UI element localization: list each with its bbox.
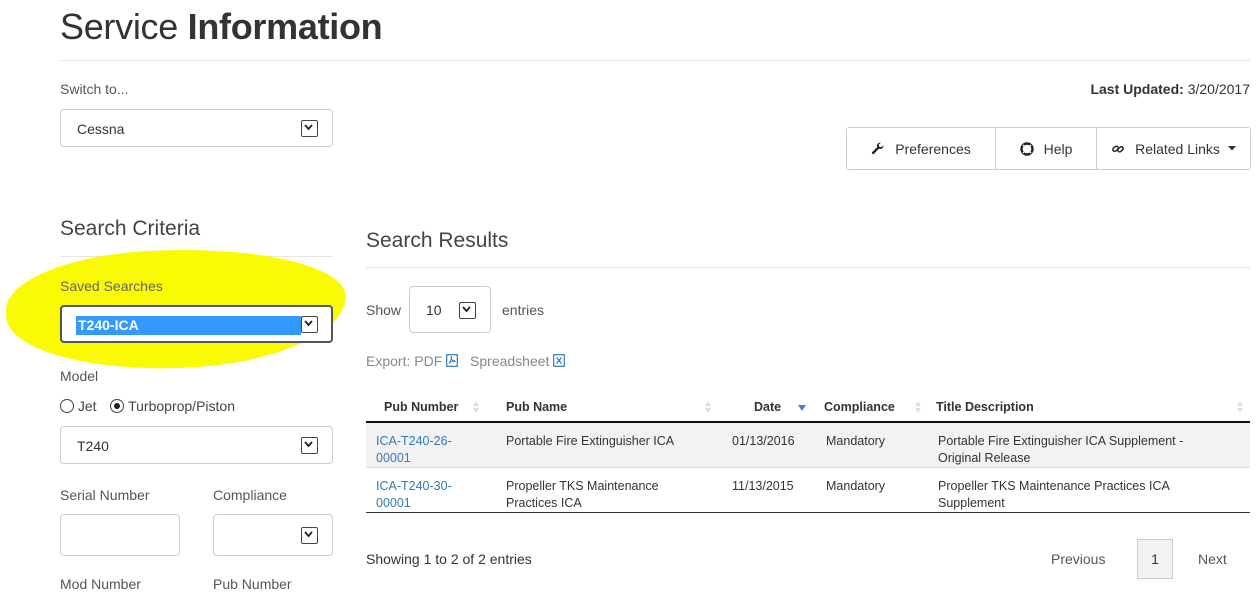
title-description-cell: Propeller TKS Maintenance Practices ICA … (928, 467, 1250, 513)
preferences-button[interactable]: Preferences (847, 128, 995, 169)
model-select[interactable]: T240 (60, 426, 333, 464)
model-radio-group: Jet Turboprop/Piston (60, 398, 235, 414)
serial-number-input[interactable] (60, 514, 180, 556)
radio-turboprop-piston[interactable] (110, 399, 125, 413)
col-date[interactable]: Date (718, 393, 820, 423)
entries-label: entries (502, 302, 545, 318)
export-bar: Export: PDF Spreadsheet (366, 353, 566, 369)
pdf-icon (446, 354, 459, 367)
date-cell: 11/13/2015 (718, 467, 820, 513)
export-pdf-link[interactable]: Export: PDF (366, 353, 462, 369)
show-label: Show (366, 302, 402, 318)
previous-page-button[interactable]: Previous (1051, 551, 1105, 567)
sort-desc-icon (798, 405, 806, 411)
results-divider (366, 267, 1250, 268)
pub-name-cell: Propeller TKS Maintenance Practices ICA (486, 467, 718, 513)
chevron-down-icon (301, 437, 318, 454)
next-page-button[interactable]: Next (1198, 551, 1227, 567)
results-table: Pub Number Pub Name Date Compliance Titl… (366, 393, 1250, 513)
toolbar-button-group: Preferences Help Related Links (846, 127, 1251, 170)
chevron-down-icon (301, 316, 318, 333)
switch-to-label: Switch to... (60, 81, 129, 97)
mod-number-label: Mod Number (60, 576, 141, 592)
col-compliance[interactable]: Compliance (820, 393, 928, 423)
search-results-heading: Search Results (366, 229, 509, 252)
manufacturer-select[interactable]: Cessna (60, 109, 333, 147)
compliance-cell: Mandatory (820, 422, 928, 468)
compliance-cell: Mandatory (820, 467, 928, 513)
last-updated: Last Updated: 3/20/2017 (1090, 81, 1250, 97)
sort-icon (473, 401, 480, 413)
col-pub-name[interactable]: Pub Name (486, 393, 718, 423)
chevron-down-icon (301, 527, 318, 544)
wrench-icon (872, 141, 884, 154)
search-criteria-heading: Search Criteria (60, 217, 201, 240)
title-description-cell: Portable Fire Extinguisher ICA Supplemen… (928, 422, 1250, 468)
pub-number-link[interactable]: ICA-T240-26-00001 (366, 422, 486, 468)
related-links-dropdown[interactable]: Related Links (1096, 128, 1250, 169)
table-header-row: Pub Number Pub Name Date Compliance Titl… (366, 393, 1250, 423)
page-1-button[interactable]: 1 (1137, 539, 1173, 579)
export-spreadsheet-link[interactable]: Spreadsheet (470, 353, 566, 369)
pub-number-label: Pub Number (213, 576, 292, 592)
col-pub-number[interactable]: Pub Number (366, 393, 486, 423)
compliance-label: Compliance (213, 487, 287, 503)
sort-icon (705, 401, 712, 413)
chevron-down-icon (459, 302, 476, 319)
sort-icon (915, 401, 922, 413)
entries-per-page-select[interactable]: 10 (409, 286, 491, 333)
model-label: Model (60, 368, 99, 384)
saved-searches-label: Saved Searches (60, 278, 163, 294)
pub-name-cell: Portable Fire Extinguisher ICA (486, 422, 718, 468)
title-divider (60, 60, 1250, 61)
table-info: Showing 1 to 2 of 2 entries (366, 551, 532, 567)
col-title-description[interactable]: Title Description (928, 393, 1250, 423)
page-title: Service Information (60, 6, 383, 47)
help-button[interactable]: Help (995, 128, 1096, 169)
date-cell: 01/13/2016 (718, 422, 820, 468)
life-ring-icon (1019, 141, 1034, 156)
radio-jet[interactable] (60, 399, 74, 413)
caret-down-icon (1227, 146, 1236, 151)
pub-number-link[interactable]: ICA-T240-30-00001 (366, 467, 486, 513)
table-row: ICA-T240-26-00001 Portable Fire Extingui… (366, 422, 1250, 468)
table-row: ICA-T240-30-00001 Propeller TKS Maintena… (366, 467, 1250, 513)
serial-number-label: Serial Number (60, 487, 150, 503)
saved-searches-select[interactable]: T240-ICA (60, 305, 333, 343)
link-icon (1112, 145, 1124, 153)
sort-icon (1237, 401, 1244, 413)
excel-icon (553, 354, 566, 367)
compliance-select[interactable] (213, 514, 333, 556)
chevron-down-icon (301, 120, 318, 137)
